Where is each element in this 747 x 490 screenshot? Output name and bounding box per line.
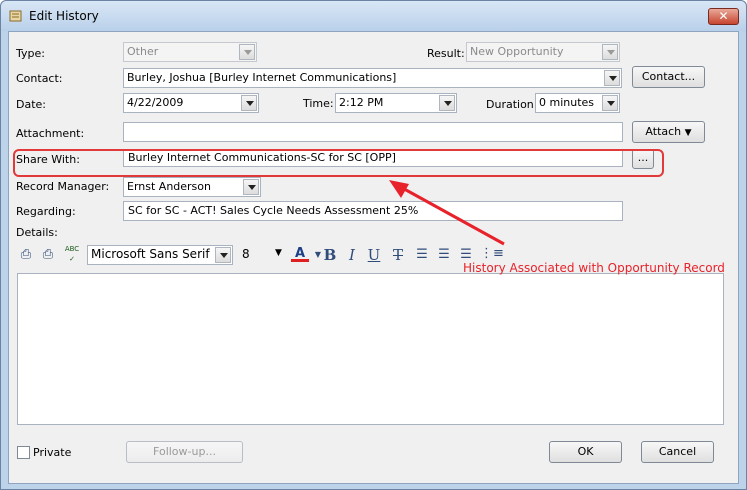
contact-value: Burley, Joshua [Burley Internet Communic… (127, 71, 397, 84)
follow-up-button[interactable]: Follow-up... (126, 441, 243, 463)
spell-check-text: ABC (64, 245, 80, 253)
private-checkbox[interactable] (17, 446, 30, 459)
date-label: Date: (16, 98, 46, 111)
attachment-input[interactable] (123, 122, 623, 142)
spell-check-icon[interactable]: ABC ✓ (63, 244, 81, 263)
print-preview-icon[interactable]: ⎙ (39, 246, 57, 264)
annotation-text: History Associated with Opportunity Reco… (463, 261, 725, 275)
contact-dropdown[interactable]: Burley, Joshua [Burley Internet Communic… (123, 68, 622, 88)
chevron-down-icon: ▼ (275, 248, 282, 258)
attach-label: Attach (645, 125, 682, 138)
font-size-value: 8 (242, 247, 250, 261)
share-with-highlight (13, 149, 664, 177)
record-manager-dropdown[interactable]: Ernst Anderson (123, 177, 261, 197)
details-editor[interactable] (17, 273, 724, 425)
window-title: Edit History (29, 9, 99, 23)
chevron-down-icon (241, 95, 257, 111)
chevron-down-icon (215, 247, 231, 263)
close-icon: ✕ (718, 9, 729, 23)
cancel-button[interactable]: Cancel (641, 441, 714, 463)
annotation-arrow (389, 180, 505, 246)
bold-icon[interactable]: B (321, 246, 339, 264)
duration-dropdown[interactable]: 0 minutes (535, 93, 620, 113)
history-icon (9, 10, 22, 22)
chevron-down-icon (604, 70, 620, 86)
regarding-label: Regarding: (16, 205, 76, 218)
time-value: 2:12 PM (339, 96, 384, 109)
private-label: Private (33, 446, 72, 459)
attachment-label: Attachment: (16, 127, 85, 140)
date-picker[interactable]: 4/22/2009 (123, 93, 259, 113)
ok-button[interactable]: OK (549, 441, 622, 463)
type-value: Other (127, 45, 159, 58)
time-label: Time: (303, 97, 334, 110)
type-dropdown[interactable]: Other (123, 42, 257, 62)
print-icon[interactable]: ⎙ (17, 246, 35, 264)
result-dropdown[interactable]: New Opportunity (466, 42, 620, 62)
chevron-down-icon (243, 179, 259, 195)
result-label: Result: (427, 47, 465, 60)
chevron-down-icon (439, 95, 455, 111)
title-bar[interactable]: Edit History ✕ (1, 1, 746, 31)
contact-label: Contact: (16, 72, 63, 85)
contact-button[interactable]: Contact... (632, 66, 705, 88)
font-size-dropdown[interactable]: 8 ▼ (238, 245, 286, 265)
font-color-text: A (294, 246, 306, 261)
regarding-input[interactable]: SC for SC - ACT! Sales Cycle Needs Asses… (123, 201, 623, 221)
font-name-dropdown[interactable]: Microsoft Sans Serif (87, 245, 233, 265)
record-manager-label: Record Manager: (16, 180, 110, 193)
type-label: Type: (16, 47, 45, 60)
chevron-down-icon (602, 95, 618, 111)
record-manager-value: Ernst Anderson (127, 180, 211, 193)
font-color-icon[interactable]: A (291, 246, 309, 262)
edit-history-window: Edit History ✕ Type: Other Result: New O… (0, 0, 747, 490)
close-button[interactable]: ✕ (708, 8, 739, 25)
duration-label: Duration: (486, 98, 538, 111)
chevron-down-icon (239, 44, 255, 60)
date-value: 4/22/2009 (127, 96, 184, 109)
chevron-down-icon: ▼ (684, 128, 692, 138)
details-label: Details: (16, 226, 58, 239)
time-dropdown[interactable]: 2:12 PM (335, 93, 457, 113)
result-value: New Opportunity (470, 45, 564, 58)
font-name-value: Microsoft Sans Serif (91, 247, 210, 261)
dialog-body: Type: Other Result: New Opportunity Cont… (8, 31, 739, 484)
attach-button[interactable]: Attach ▼ (632, 121, 705, 143)
italic-icon[interactable]: I (343, 246, 361, 264)
chevron-down-icon (602, 44, 618, 60)
duration-value: 0 minutes (539, 96, 595, 109)
